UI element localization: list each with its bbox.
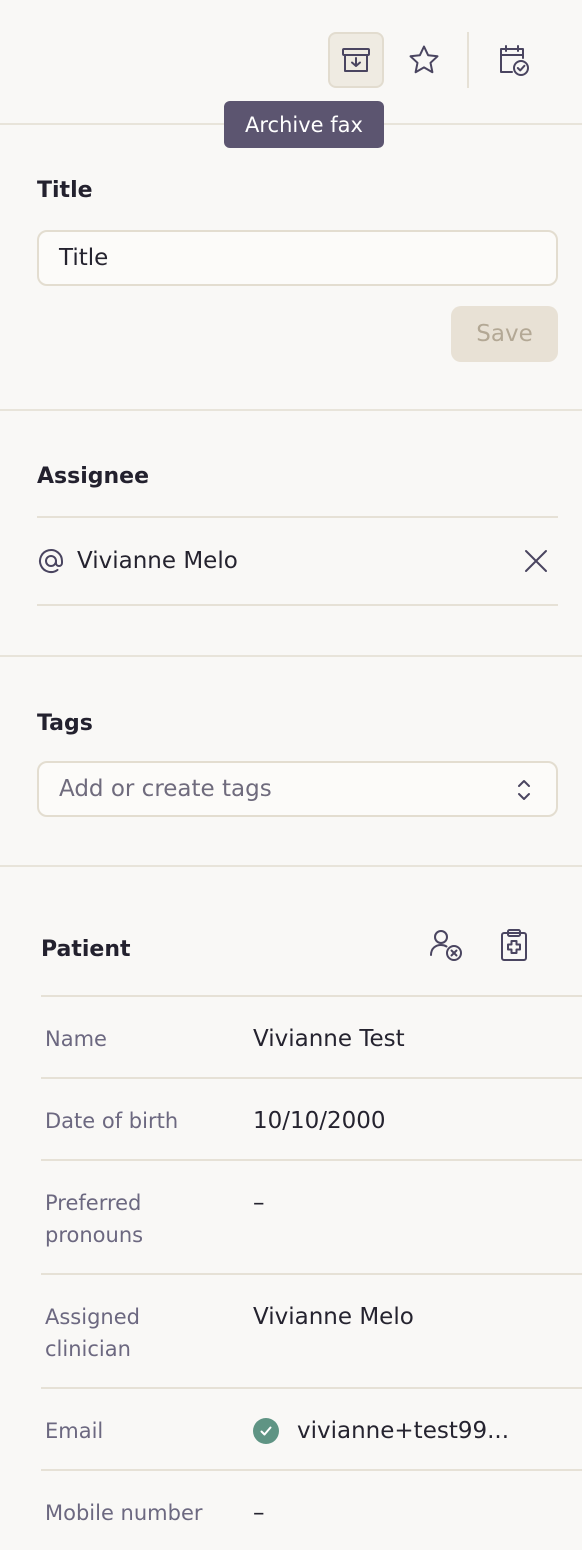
clipboard-medical-icon[interactable] xyxy=(496,927,532,963)
at-icon xyxy=(37,547,65,575)
patient-row-clinician: Assigned clinician Vivianne Melo xyxy=(41,1275,582,1389)
row-label: Email xyxy=(45,1419,104,1443)
favorite-button[interactable] xyxy=(396,32,452,88)
verified-check-icon xyxy=(253,1418,279,1444)
schedule-button[interactable] xyxy=(485,32,541,88)
chevron-up-down-icon xyxy=(516,777,532,803)
row-value: 10/10/2000 xyxy=(253,1108,386,1134)
patient-row-dob: Date of birth 10/10/2000 xyxy=(41,1079,582,1161)
close-icon[interactable] xyxy=(524,549,548,573)
tags-select[interactable]: Add or create tags xyxy=(37,761,558,817)
row-label: Date of birth xyxy=(45,1109,179,1133)
row-label: Mobile number xyxy=(45,1501,203,1525)
patient-row-mobile: Mobile number – xyxy=(41,1471,582,1550)
row-value: Vivianne Test xyxy=(253,1026,405,1052)
row-label: Assigned clinician xyxy=(45,1305,140,1361)
email-value: vivianne+test99... xyxy=(297,1418,510,1444)
patient-section: Patient Name Vivianne Test Date of birth… xyxy=(0,867,582,1550)
unlink-patient-icon[interactable] xyxy=(428,927,464,963)
patient-row-pronouns: Preferred pronouns – xyxy=(41,1161,582,1275)
archive-tooltip: Archive fax xyxy=(224,101,384,148)
row-value: – xyxy=(253,1500,265,1526)
row-value: vivianne+test99... xyxy=(253,1415,509,1447)
tags-placeholder: Add or create tags xyxy=(59,776,272,802)
toolbar: Archive fax xyxy=(0,0,582,148)
row-label: Preferred pronouns xyxy=(45,1191,144,1247)
row-value: – xyxy=(253,1190,265,1216)
tags-section: Tags Add or create tags xyxy=(0,657,582,867)
patient-label: Patient xyxy=(41,937,131,962)
tags-label: Tags xyxy=(37,711,93,736)
patient-details: Name Vivianne Test Date of birth 10/10/2… xyxy=(41,995,582,1550)
archive-icon xyxy=(342,48,370,72)
assignee-name: Vivianne Melo xyxy=(77,548,238,574)
assignee-row[interactable]: Vivianne Melo xyxy=(37,516,558,606)
title-section: Title Title Save xyxy=(0,125,582,411)
assignee-section: Assignee Vivianne Melo xyxy=(0,411,582,657)
row-label: Name xyxy=(45,1027,107,1051)
patient-row-email: Email vivianne+test99... xyxy=(41,1389,582,1471)
row-value: Vivianne Melo xyxy=(253,1304,414,1330)
title-label: Title xyxy=(37,178,93,203)
patient-row-name: Name Vivianne Test xyxy=(41,997,582,1079)
title-input[interactable]: Title xyxy=(37,230,558,286)
assignee-label: Assignee xyxy=(37,464,150,489)
star-icon xyxy=(409,45,439,74)
archive-fax-button[interactable] xyxy=(328,32,384,88)
calendar-check-icon xyxy=(500,45,529,76)
toolbar-divider xyxy=(467,32,469,88)
save-button[interactable]: Save xyxy=(451,306,558,362)
